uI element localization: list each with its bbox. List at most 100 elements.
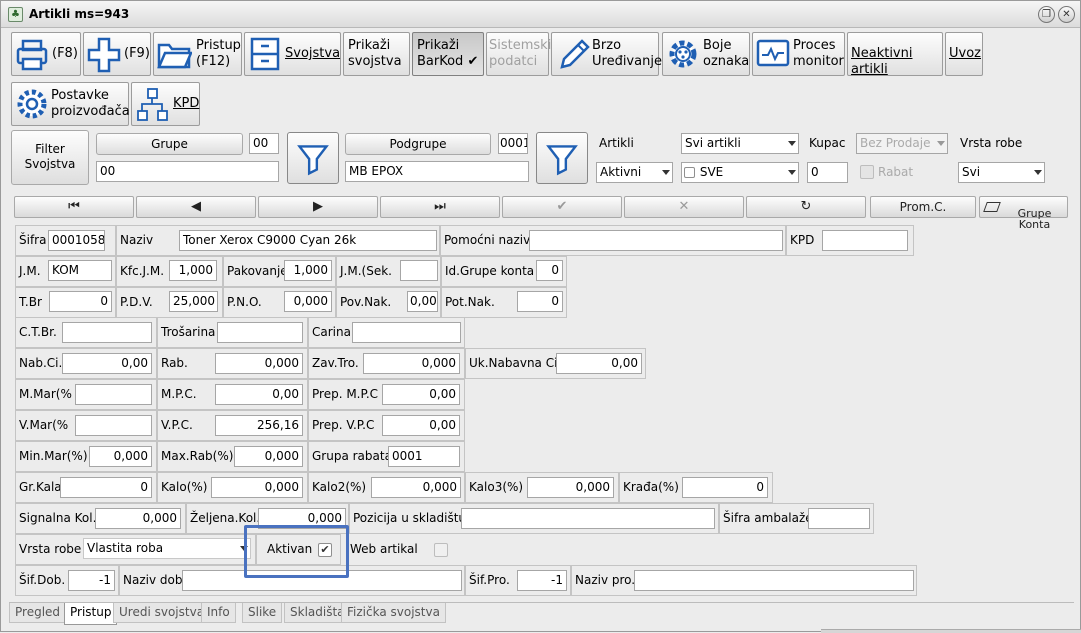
postavke-proizvodaca-button[interactable]: Postavke proizvođača bbox=[11, 82, 130, 126]
pakovanje-field[interactable]: 1,000 bbox=[284, 260, 332, 281]
svojstva-label: Svojstva bbox=[285, 46, 341, 61]
podgrupe-value-field[interactable]: MB EPOX bbox=[345, 161, 529, 182]
podgrupe-code-field[interactable]: 0001 bbox=[498, 133, 528, 154]
boje-oznaka-button[interactable]: Boje oznaka bbox=[662, 32, 750, 76]
pomocni-naziv-field[interactable] bbox=[529, 230, 783, 251]
kpd-button[interactable]: KPD bbox=[131, 82, 200, 126]
kalo-field[interactable]: 0,000 bbox=[211, 477, 303, 498]
prep-mpc-field[interactable]: 0,00 bbox=[382, 384, 460, 405]
pdv-field[interactable]: 25,000 bbox=[169, 291, 218, 312]
grupe-value-field[interactable]: 00 bbox=[96, 161, 279, 182]
sifra-ambalaze-field[interactable] bbox=[808, 508, 870, 529]
ctbr-field[interactable] bbox=[62, 322, 152, 343]
aktivan-highlight-box bbox=[244, 525, 349, 578]
nab-ci-field[interactable]: 0,00 bbox=[62, 353, 152, 374]
tab-pregled[interactable]: Pregled bbox=[9, 603, 67, 623]
grupa-rabata-field[interactable]: 0001 bbox=[388, 446, 460, 467]
zav-tro-field[interactable]: 0,000 bbox=[363, 353, 460, 374]
prom-c-button[interactable]: Prom.C. bbox=[870, 196, 976, 218]
grupe-konta-button[interactable]: Grupe Konta bbox=[979, 196, 1068, 230]
tab-slike[interactable]: Slike bbox=[242, 603, 283, 623]
sistemski-podatci-button[interactable]: Sistemski podatci bbox=[486, 32, 552, 76]
restore-button[interactable]: ❐ bbox=[1038, 6, 1055, 23]
kupac-value-field[interactable]: 0 bbox=[807, 162, 848, 183]
podgrupe-button[interactable]: Podgrupe bbox=[345, 133, 491, 155]
filter-svojstva-button[interactable]: Filter Svojstva bbox=[11, 130, 89, 185]
id-grupe-konta-field[interactable]: 0 bbox=[536, 260, 563, 281]
kfc-field[interactable]: 1,000 bbox=[169, 260, 217, 281]
svojstva-button[interactable]: Svojstva bbox=[244, 32, 341, 76]
prev-record-button[interactable]: ◀ bbox=[136, 196, 256, 218]
sistemski-podatci-label: Sistemski podatci bbox=[489, 38, 552, 69]
kupac-select[interactable]: Bez Prodaje bbox=[856, 133, 948, 154]
m-mar-field[interactable] bbox=[75, 384, 152, 405]
tab-pristup[interactable]: Pristup bbox=[64, 603, 118, 625]
tab-info[interactable]: Info bbox=[201, 603, 236, 623]
podgrupe-filter-button[interactable] bbox=[536, 132, 588, 184]
uvoz-button[interactable]: Uvoz bbox=[945, 32, 983, 76]
artikli-status-select[interactable]: Aktivni bbox=[596, 162, 673, 183]
krada-field[interactable]: 0 bbox=[682, 477, 768, 498]
web-artikal-checkbox[interactable] bbox=[434, 543, 448, 557]
add-button[interactable]: (F9) bbox=[83, 32, 151, 76]
naziv-field[interactable]: Toner Xerox C9000 Cyan 26k bbox=[179, 230, 437, 251]
kalo3-field[interactable]: 0,000 bbox=[527, 477, 614, 498]
trosarina-field[interactable] bbox=[217, 322, 303, 343]
cancel-button[interactable]: ✕ bbox=[624, 196, 744, 218]
max-rab-field[interactable]: 0,000 bbox=[234, 446, 303, 467]
vrsta-robe-filter-select[interactable]: Svi bbox=[958, 162, 1045, 183]
kalo2-field[interactable]: 0,000 bbox=[371, 477, 461, 498]
mpc-field[interactable]: 0,00 bbox=[215, 384, 303, 405]
confirm-button[interactable]: ✔ bbox=[502, 196, 622, 218]
status-strip bbox=[821, 629, 1081, 633]
tab-uredi-svojstva[interactable]: Uredi svojstva bbox=[113, 603, 211, 623]
refresh-button[interactable]: ↻ bbox=[746, 196, 866, 218]
sif-dob-field[interactable]: -1 bbox=[68, 570, 115, 591]
grupe-button[interactable]: Grupe bbox=[96, 133, 243, 155]
grupe-filter-button[interactable] bbox=[287, 132, 339, 184]
prikazi-svojstva-button[interactable]: Prikaži svojstva bbox=[343, 32, 410, 76]
uk-nabavna-ci-field[interactable]: 0,00 bbox=[556, 353, 642, 374]
pno-field[interactable]: 0,000 bbox=[284, 291, 332, 312]
rabat-checkbox[interactable] bbox=[860, 165, 874, 179]
sve-select[interactable]: SVE bbox=[681, 162, 799, 183]
sve-checkbox[interactable] bbox=[684, 167, 695, 178]
pristup-button[interactable]: Pristup (F12) bbox=[153, 32, 242, 76]
kupac-select-value: Bez Prodaje bbox=[860, 136, 931, 150]
sifra-field[interactable]: 0001058 bbox=[48, 230, 105, 251]
monitor-icon bbox=[756, 39, 790, 67]
signalna-kol-field[interactable]: 0,000 bbox=[95, 508, 181, 529]
prep-vpc-field[interactable]: 0,00 bbox=[382, 415, 460, 436]
carina-field[interactable] bbox=[352, 322, 461, 343]
gr-kala-field[interactable]: 0 bbox=[60, 477, 152, 498]
jm-sek-label: J.M.(Sek. bbox=[340, 264, 392, 278]
naziv-pro-field[interactable] bbox=[634, 570, 914, 591]
kpd-field[interactable] bbox=[822, 230, 908, 251]
bottom-tabs: Pregled Pristup Uredi svojstva Info Slik… bbox=[9, 602, 1074, 625]
v-mar-field[interactable] bbox=[75, 415, 152, 436]
next-record-button[interactable]: ▶ bbox=[258, 196, 378, 218]
prikazi-barkod-button[interactable]: Prikaži BarKod ✔ bbox=[412, 32, 484, 76]
jm-sek-field[interactable] bbox=[400, 260, 438, 281]
proces-monitor-button[interactable]: Proces monitor bbox=[752, 32, 845, 76]
first-record-button[interactable]: ⏮ bbox=[14, 196, 134, 218]
vrsta-robe-select[interactable]: Vlastita roba bbox=[83, 538, 251, 559]
rab-field[interactable]: 0,000 bbox=[215, 353, 303, 374]
tbr-field[interactable]: 0 bbox=[49, 291, 112, 312]
pozicija-field[interactable] bbox=[461, 508, 715, 529]
brzo-uredivanje-button[interactable]: Brzo Uređivanje bbox=[551, 32, 662, 76]
vpc-field[interactable]: 256,16 bbox=[215, 415, 303, 436]
close-window-button[interactable]: ✕ bbox=[1058, 6, 1075, 23]
grupe-code-field[interactable]: 00 bbox=[249, 133, 279, 154]
pov-nak-field[interactable]: 0,00 bbox=[407, 291, 438, 312]
jm-field[interactable]: KOM bbox=[48, 260, 112, 281]
last-record-button[interactable]: ⏭ bbox=[380, 196, 500, 218]
tab-fizicka-svojstva[interactable]: Fizička svojstva bbox=[341, 603, 446, 623]
pot-nak-field[interactable]: 0 bbox=[517, 291, 563, 312]
print-button[interactable]: (F8) bbox=[11, 32, 81, 76]
min-mar-field[interactable]: 0,000 bbox=[89, 446, 152, 467]
sif-pro-field[interactable]: -1 bbox=[517, 570, 567, 591]
kpd-field-label: KPD bbox=[790, 233, 815, 247]
neaktivni-artikli-button[interactable]: Neaktivni artikli bbox=[847, 32, 943, 77]
artikli-select[interactable]: Svi artikli bbox=[681, 133, 799, 154]
